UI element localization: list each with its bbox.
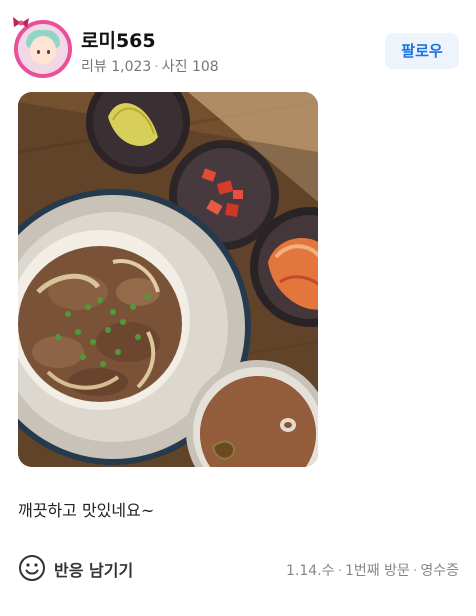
visit-date: 1.14.수 xyxy=(286,563,335,579)
reviewer-nickname[interactable]: 로미565 xyxy=(81,26,156,53)
visit-meta: 1.14.수 · 1번째 방문 · 영수증 xyxy=(286,563,459,579)
photo-count: 사진 108 xyxy=(161,59,219,75)
review-count: 리뷰 1,023 xyxy=(81,59,152,75)
review-text: 깨끗하고 맛있네요~ xyxy=(18,501,155,520)
ribbon-icon xyxy=(13,17,29,28)
follow-button[interactable]: 팔로우 xyxy=(385,33,459,69)
avatar[interactable] xyxy=(13,17,72,78)
review-footer: 반응 남기기 1.14.수 · 1번째 방문 · 영수증 xyxy=(0,548,476,588)
receipt-label: 영수증 xyxy=(420,563,459,579)
reviewer-stats: 리뷰 1,023 · 사진 108 xyxy=(81,59,219,75)
visit-count: 1번째 방문 xyxy=(345,563,410,579)
review-photo[interactable] xyxy=(18,92,318,467)
review-header: 로미565 리뷰 1,023 · 사진 108 팔로우 xyxy=(0,0,476,92)
smile-icon[interactable] xyxy=(18,554,46,582)
leave-reaction-button[interactable]: 반응 남기기 xyxy=(54,557,133,581)
